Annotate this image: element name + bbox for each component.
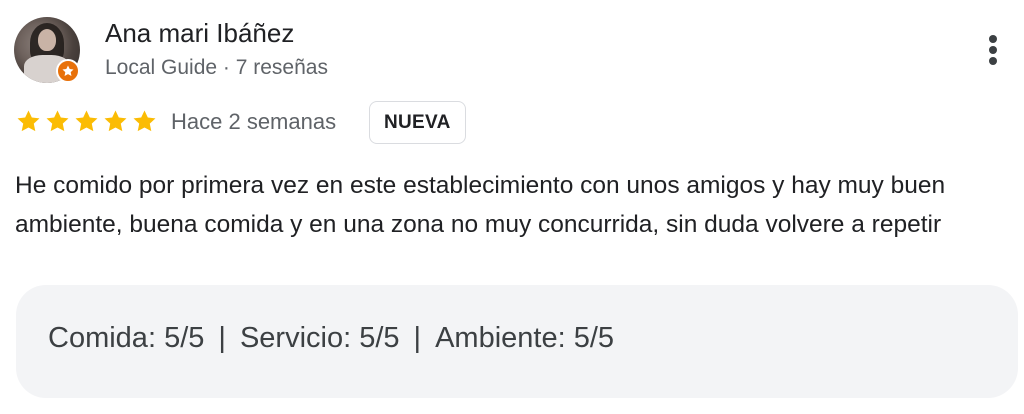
star-icon (17, 110, 40, 132)
more-vert-icon-dot (989, 46, 997, 54)
sub-rating-separator: | (413, 322, 422, 354)
star-icon (75, 110, 98, 132)
sub-rating-label-ambiente: Ambiente (435, 322, 558, 354)
new-badge: NUEVA (369, 101, 466, 144)
sub-ratings: Comida: 5/5 | Servicio: 5/5 | Ambiente: … (48, 322, 614, 355)
more-options-button[interactable] (976, 30, 1010, 70)
star-rating (15, 108, 158, 135)
reviewer-meta[interactable]: Local Guide · 7 reseñas (105, 56, 328, 80)
sub-rating-colon: : (343, 322, 352, 354)
sub-rating-label-comida: Comida (48, 322, 148, 354)
sub-rating-value-ambiente: 5/5 (573, 322, 615, 354)
star-icon (46, 110, 69, 132)
reviewer-avatar[interactable] (14, 17, 80, 83)
reviewer-name[interactable]: Ana mari Ibáñez (105, 18, 294, 49)
sub-rating-separator: | (218, 322, 226, 354)
sub-rating-colon: : (557, 322, 566, 354)
review-time: Hace 2 semanas (171, 109, 337, 134)
star-icon (133, 110, 156, 132)
sub-rating-value-comida: 5/5 (164, 322, 205, 354)
sub-rating-colon: : (147, 322, 156, 354)
sub-rating-label-servicio: Servicio (239, 322, 344, 354)
star-icon (104, 110, 127, 132)
more-vert-icon-dot (989, 57, 997, 65)
review-text: He comido por primera vez en este establ… (15, 172, 946, 238)
avatar-face (38, 29, 56, 51)
local-guide-star-icon (56, 59, 80, 83)
sub-rating-value-servicio: 5/5 (359, 322, 400, 354)
review-card: Ana mari Ibáñez Local Guide · 7 reseñas … (0, 0, 1024, 414)
more-vert-icon (989, 35, 997, 43)
